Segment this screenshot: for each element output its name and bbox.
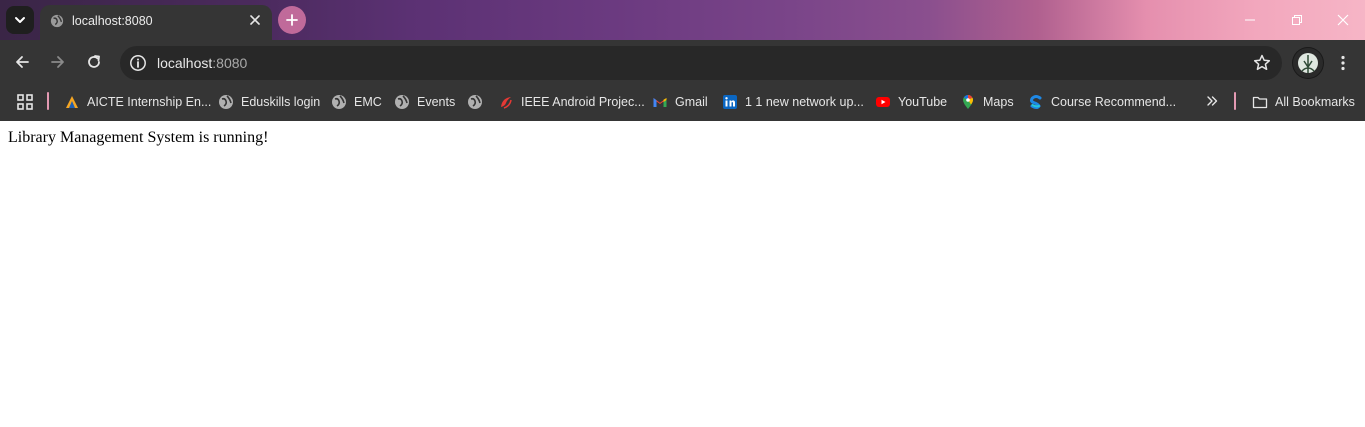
chevron-down-icon	[15, 17, 25, 23]
globe-icon	[50, 14, 64, 28]
maps-icon	[963, 94, 974, 109]
tab-search-button[interactable]	[6, 6, 34, 34]
profile-avatar[interactable]	[1292, 47, 1324, 79]
close-window-button[interactable]	[1333, 10, 1353, 30]
menu-button[interactable]	[1333, 52, 1353, 74]
tab-close-button[interactable]	[247, 12, 263, 28]
globe-icon	[468, 95, 482, 109]
ieee-icon	[501, 97, 512, 109]
site-info-icon[interactable]	[129, 54, 147, 72]
bookmark-aicte[interactable]: AICTE Internship En...	[64, 92, 211, 112]
bookmark-linkedin[interactable]: 1 1 new network up...	[722, 92, 864, 112]
linkedin-icon	[723, 95, 737, 109]
url-host: localhost	[157, 55, 213, 71]
minimize-icon	[1245, 19, 1255, 21]
url-port: :8080	[212, 55, 248, 71]
bookmark-eduskills[interactable]: Eduskills login	[218, 92, 320, 112]
tab-strip: localhost:8080	[0, 0, 1365, 40]
double-chevron-right-icon	[1207, 96, 1218, 106]
apps-grid-icon[interactable]	[16, 93, 34, 111]
bookmark-youtube[interactable]: YouTube	[875, 92, 947, 112]
bookmark-gmail[interactable]: Gmail	[652, 92, 708, 112]
bookmarks-bar: AICTE Internship En... Eduskills login E…	[0, 84, 1365, 121]
plus-icon	[286, 14, 298, 26]
globe-icon	[219, 95, 233, 109]
bookmarks-overflow-button[interactable]	[1203, 92, 1221, 110]
close-icon	[1337, 14, 1349, 26]
bookmark-star-icon[interactable]	[1252, 53, 1272, 73]
back-button[interactable]	[9, 49, 35, 75]
bookmark-ieee[interactable]: IEEE Android Projec...	[498, 92, 645, 112]
arrow-left-icon	[16, 56, 29, 68]
url-text[interactable]: localhost:8080	[157, 55, 247, 71]
globe-icon	[332, 95, 346, 109]
aicte-icon	[66, 96, 78, 108]
reload-button[interactable]	[81, 49, 107, 75]
bookmark-events[interactable]: Events	[394, 92, 455, 112]
folder-icon	[1252, 96, 1268, 109]
globe-icon	[395, 95, 409, 109]
course-icon	[1029, 95, 1042, 109]
youtube-icon	[876, 97, 890, 107]
close-icon	[250, 15, 260, 25]
bookmark-course[interactable]: Course Recommend...	[1028, 92, 1176, 112]
bookmark-unnamed[interactable]	[467, 92, 490, 112]
minimize-button[interactable]	[1240, 10, 1260, 30]
more-vertical-icon	[1341, 55, 1345, 71]
tab-active[interactable]: localhost:8080	[40, 5, 272, 40]
restore-button[interactable]	[1287, 10, 1307, 30]
bookmarks-separator	[1234, 92, 1236, 110]
bookmarks-separator	[47, 92, 49, 110]
forward-button[interactable]	[45, 49, 71, 75]
new-tab-button[interactable]	[278, 6, 306, 34]
bookmark-maps[interactable]: Maps	[960, 92, 1014, 112]
tab-title: localhost:8080	[72, 14, 153, 28]
restore-icon	[1292, 15, 1302, 25]
gmail-icon	[653, 98, 667, 107]
all-bookmarks-button[interactable]: All Bookmarks	[1252, 92, 1355, 112]
arrow-right-icon	[51, 56, 64, 68]
reload-icon	[88, 55, 100, 68]
address-bar[interactable]: localhost:8080	[120, 46, 1282, 80]
avatar-icon	[1293, 48, 1323, 78]
page-content: Library Management System is running!	[0, 121, 1365, 427]
bookmark-emc[interactable]: EMC	[331, 92, 382, 112]
status-message: Library Management System is running!	[8, 129, 269, 146]
